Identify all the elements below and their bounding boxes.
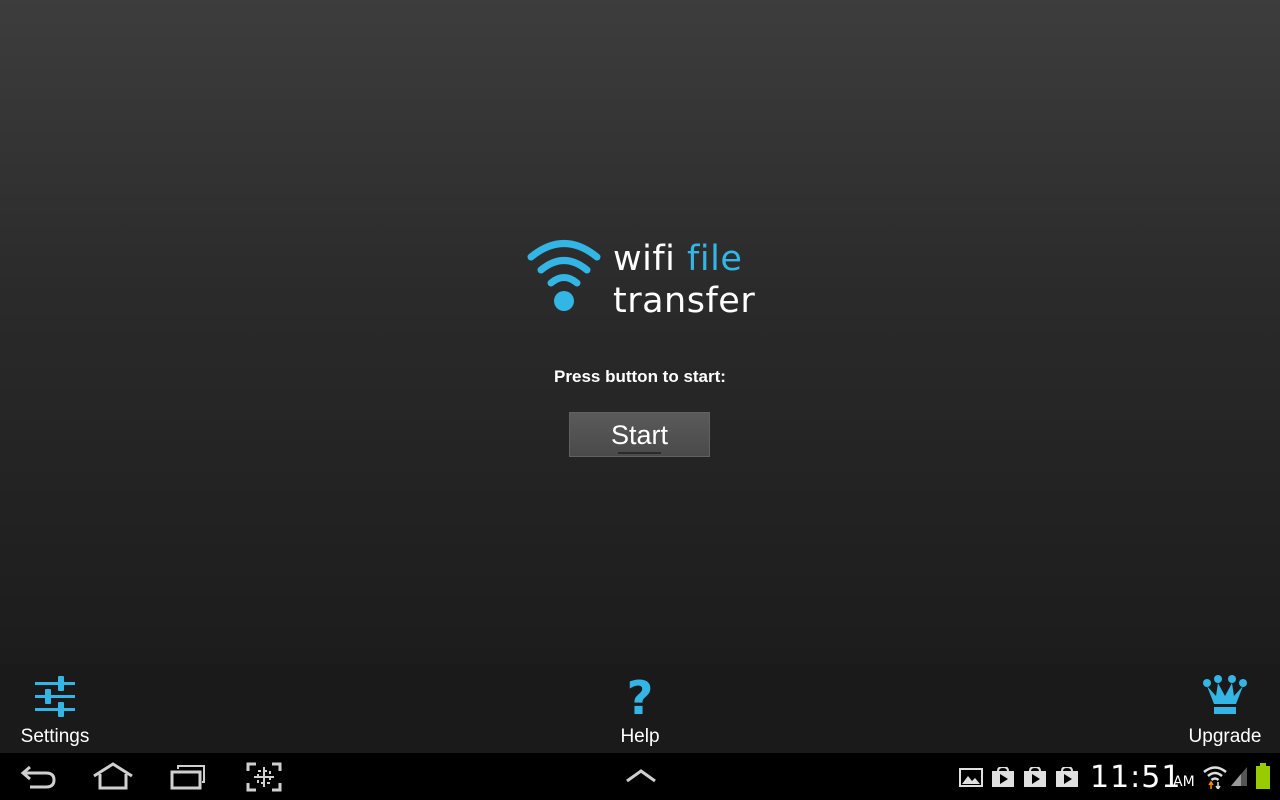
help-button[interactable]: ? Help (595, 664, 685, 752)
app-logo-text: wifi file transfer (613, 238, 755, 322)
menu-up-icon[interactable] (624, 761, 658, 793)
play-store-notification-icon[interactable] (1023, 767, 1047, 787)
clock-time[interactable]: 11:51 (1090, 758, 1181, 798)
settings-button[interactable]: Settings (10, 664, 100, 752)
clock-ampm: AM (1173, 774, 1195, 790)
signal-icon (1231, 767, 1247, 786)
upgrade-button[interactable]: Upgrade (1180, 664, 1270, 752)
start-button-focus-line (618, 452, 661, 454)
gallery-notification-icon[interactable] (959, 767, 983, 787)
battery-icon (1256, 763, 1270, 789)
logo-word-wifi: wifi (613, 239, 676, 279)
main-content: wifi file transfer Press button to start… (0, 0, 1280, 664)
play-store-notification-icon[interactable] (991, 767, 1015, 787)
recent-apps-icon[interactable] (169, 761, 207, 793)
settings-label: Settings (20, 726, 90, 747)
start-button-label: Start (610, 420, 669, 450)
app-logo: wifi file transfer (526, 236, 766, 326)
play-store-notification-icon[interactable] (1055, 767, 1079, 787)
wifi-logo-icon (527, 240, 601, 311)
system-bar: 11:51 AM (0, 753, 1280, 800)
help-label: Help (620, 726, 660, 747)
crown-icon (1203, 675, 1247, 714)
sliders-icon (35, 676, 75, 717)
screen: wifi file transfer Press button to start… (0, 0, 1280, 800)
question-icon: ? (626, 671, 654, 725)
logo-word-file: file (687, 239, 743, 279)
start-prompt: Press button to start: (554, 367, 726, 386)
logo-word-transfer: transfer (613, 281, 756, 321)
start-button[interactable]: Start (569, 412, 710, 457)
back-icon[interactable] (20, 761, 58, 793)
screenshot-icon[interactable] (246, 761, 282, 793)
upgrade-label: Upgrade (1188, 726, 1262, 747)
wifi-icon (1203, 766, 1227, 789)
action-bar: Settings ? Help Upgrade (0, 664, 1280, 754)
home-icon[interactable] (92, 761, 134, 793)
